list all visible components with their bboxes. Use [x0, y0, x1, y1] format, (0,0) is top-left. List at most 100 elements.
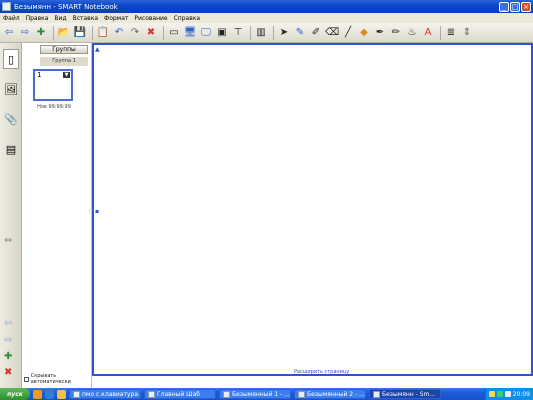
- full-screen-icon[interactable]: 🖥: [183, 26, 197, 40]
- menu-draw[interactable]: Рисование: [134, 15, 167, 22]
- folder-quicklaunch-icon[interactable]: [57, 389, 66, 399]
- task-icon: [148, 390, 155, 398]
- task-icon: [298, 390, 305, 398]
- attachments-tab[interactable]: 📎: [3, 109, 19, 129]
- ie-quicklaunch-icon[interactable]: [45, 389, 54, 399]
- task-icon: [73, 390, 80, 398]
- page-number: 1: [37, 71, 42, 79]
- minimize-button[interactable]: _: [499, 1, 509, 12]
- menu-file[interactable]: Файл: [3, 15, 20, 22]
- toolbar-separator: [53, 25, 54, 40]
- autohide-checkbox[interactable]: [24, 376, 29, 382]
- clock: 20:09: [512, 390, 530, 398]
- forward-icon[interactable]: ⇨: [18, 26, 32, 40]
- menu-help[interactable]: Справка: [174, 15, 200, 22]
- add-page-side-icon[interactable]: ✚: [4, 351, 12, 362]
- open-icon[interactable]: 📂: [57, 26, 71, 40]
- toolbar-separator: [250, 25, 251, 40]
- tray-volume-icon[interactable]: [504, 391, 511, 397]
- back-icon[interactable]: ⇦: [2, 26, 16, 40]
- toolbar-separator: [92, 25, 93, 40]
- taskbar-item[interactable]: Главный Шаб: [144, 389, 216, 399]
- move-toolbar-icon[interactable]: ⇕: [460, 26, 474, 40]
- task-label: Безымянн - Sm...: [382, 390, 436, 398]
- smart-notebook-icon: [2, 2, 11, 11]
- taskbar-item[interactable]: Безымянный 2 - ...: [294, 389, 366, 399]
- page-corner-icon: ▲: [95, 46, 100, 53]
- screen-shade-icon[interactable]: ▭: [167, 26, 181, 40]
- tray-network-icon[interactable]: [496, 391, 503, 397]
- toolbar-separator: [440, 25, 441, 40]
- main-toolbar: ⇦ ⇨ ✚ 📂 💾 📋 ↶ ↷ ✖ ▭ 🖥 🖵 ▣ ⊤ ▥ ➤ ✎ ✐ ⌫ ╱ …: [0, 23, 533, 43]
- menu-format[interactable]: Формат: [104, 15, 128, 22]
- delete-icon[interactable]: ✖: [144, 26, 158, 40]
- paste-icon[interactable]: 📋: [96, 26, 110, 40]
- page-caption: Нов 99:99:99: [37, 104, 71, 110]
- autohide-label: Скрывать автоматически: [30, 373, 71, 385]
- delete-page-side-icon[interactable]: ✖: [4, 367, 12, 378]
- sidebar-move-icon[interactable]: ⇔: [4, 235, 12, 246]
- autohide-option[interactable]: Скрывать автоматически: [22, 373, 92, 385]
- magic-pen-icon[interactable]: ✒: [373, 26, 387, 40]
- group-label[interactable]: Группа 1: [40, 57, 88, 66]
- page-sorter-panel: Группы Группа 1 1 ▼ Нов 99:99:99 ⋮ Скрыв…: [22, 43, 93, 388]
- maximize-button[interactable]: □: [510, 1, 520, 12]
- select-icon[interactable]: ➤: [277, 26, 291, 40]
- groups-button[interactable]: Группы: [40, 45, 88, 54]
- toolbar-separator: [273, 25, 274, 40]
- redo-icon[interactable]: ↷: [128, 26, 142, 40]
- toolbar-separator: [163, 25, 164, 40]
- menu-insert[interactable]: Вставка: [73, 15, 98, 22]
- menu-edit[interactable]: Правка: [26, 15, 49, 22]
- menu-view[interactable]: Вид: [54, 15, 66, 22]
- shapes-icon[interactable]: ◆: [357, 26, 371, 40]
- extend-page-link[interactable]: Расширить страницу: [294, 369, 349, 375]
- undo-icon[interactable]: ↶: [112, 26, 126, 40]
- thumbnail-menu-icon[interactable]: ▼: [63, 72, 70, 78]
- eraser-icon[interactable]: ⌫: [325, 26, 339, 40]
- task-label: Безымянный 2 - ...: [307, 390, 365, 398]
- page-back-icon[interactable]: ⇦: [4, 318, 12, 329]
- task-icon: [373, 390, 380, 398]
- task-label: пмо с.клавиатура: [82, 390, 139, 398]
- workspace: ▲ ▪ Расширить страницу: [92, 43, 533, 388]
- line-icon[interactable]: ╱: [341, 26, 355, 40]
- notebook-page[interactable]: ▲ ▪ Расширить страницу: [92, 43, 533, 376]
- task-label: Главный Шаб: [157, 390, 200, 398]
- taskbar: пуск пмо с.клавиатура Главный Шаб Безымя…: [0, 388, 533, 400]
- shape-recognition-pen-icon[interactable]: ✏: [389, 26, 403, 40]
- taskbar-item[interactable]: пмо с.клавиатура: [69, 389, 141, 399]
- task-icon: [223, 390, 230, 398]
- gallery-tab[interactable]: 🖼: [3, 79, 19, 99]
- menu-bar: Файл Правка Вид Вставка Формат Рисование…: [0, 13, 533, 23]
- dual-page-icon[interactable]: 🖵: [199, 26, 213, 40]
- panel-splitter-icon[interactable]: ⋮: [87, 208, 93, 220]
- taskbar-item[interactable]: Безымянный 1 - ...: [219, 389, 291, 399]
- window-title: Безымянн - SMART Notebook: [14, 2, 118, 11]
- title-bar: Безымянн - SMART Notebook _ □ ×: [0, 0, 533, 13]
- start-button[interactable]: пуск: [0, 388, 30, 400]
- task-label: Безымянный 1 - ...: [232, 390, 290, 398]
- text-icon[interactable]: A: [421, 26, 435, 40]
- side-tab-strip: ▯ 🖼 📎 ▤ ⇔ ⇦ ⇨ ✚ ✖: [0, 43, 22, 388]
- creative-pen-icon[interactable]: ✐: [309, 26, 323, 40]
- add-page-icon[interactable]: ✚: [34, 26, 48, 40]
- window-controls: _ □ ×: [499, 1, 531, 12]
- firefox-quicklaunch-icon[interactable]: [33, 389, 42, 399]
- screen-capture-icon[interactable]: ▣: [215, 26, 229, 40]
- page-thumbnail[interactable]: 1 ▼: [33, 69, 73, 101]
- fill-icon[interactable]: ♨: [405, 26, 419, 40]
- properties-tab[interactable]: ▤: [3, 139, 19, 159]
- table-icon[interactable]: ▥: [254, 26, 268, 40]
- tray-keyboard-icon[interactable]: [488, 391, 495, 397]
- page-grip-icon: ▪: [95, 208, 100, 215]
- page-sorter-tab[interactable]: ▯: [3, 49, 19, 69]
- system-tray: 20:09: [484, 388, 533, 400]
- page-forward-icon[interactable]: ⇨: [4, 335, 12, 346]
- pen-icon[interactable]: ✎: [293, 26, 307, 40]
- save-icon[interactable]: 💾: [73, 26, 87, 40]
- taskbar-item-active[interactable]: Безымянн - Sm...: [369, 389, 441, 399]
- doc-camera-icon[interactable]: ⊤: [231, 26, 245, 40]
- properties-icon[interactable]: ≣: [444, 26, 458, 40]
- close-button[interactable]: ×: [521, 1, 531, 12]
